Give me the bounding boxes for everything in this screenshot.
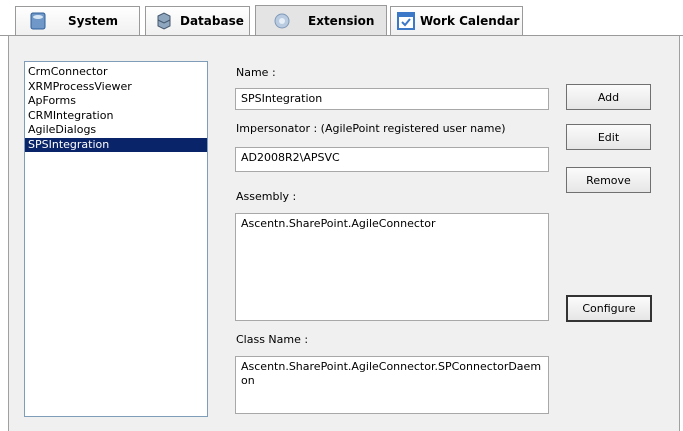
system-icon <box>30 12 46 30</box>
name-field[interactable]: SPSIntegration <box>235 88 549 110</box>
configure-button[interactable]: Configure <box>566 295 652 322</box>
extension-icon <box>274 13 290 29</box>
tab-system-label: System <box>68 14 118 28</box>
tab-database-label: Database <box>180 14 244 28</box>
tab-extension[interactable]: Extension <box>255 5 387 36</box>
database-icon <box>157 12 171 30</box>
calendar-icon <box>397 12 415 30</box>
list-item[interactable]: XRMProcessViewer <box>25 80 207 95</box>
tab-strip: System Database Extension Work Calendar <box>0 0 683 36</box>
tab-work-calendar[interactable]: Work Calendar <box>390 6 523 35</box>
extension-list[interactable]: CrmConnector XRMProcessViewer ApForms CR… <box>24 61 208 417</box>
impersonator-field[interactable]: AD2008R2\APSVC <box>235 147 549 172</box>
edit-button[interactable]: Edit <box>566 124 651 150</box>
tab-database[interactable]: Database <box>145 6 250 35</box>
classname-label: Class Name : <box>236 333 309 346</box>
assembly-label: Assembly : <box>236 190 297 203</box>
list-item[interactable]: CrmConnector <box>25 65 207 80</box>
assembly-field[interactable]: Ascentn.SharePoint.AgileConnector <box>235 213 549 321</box>
tab-system[interactable]: System <box>15 6 140 35</box>
classname-field[interactable]: Ascentn.SharePoint.AgileConnector.SPConn… <box>235 356 549 414</box>
list-item[interactable]: AgileDialogs <box>25 123 207 138</box>
list-item-selected[interactable]: SPSIntegration <box>25 137 207 152</box>
remove-button[interactable]: Remove <box>566 167 651 193</box>
tab-extension-label: Extension <box>308 14 375 28</box>
tab-work-calendar-label: Work Calendar <box>420 14 520 28</box>
list-item[interactable]: CRMIntegration <box>25 109 207 124</box>
add-button[interactable]: Add <box>566 84 651 110</box>
impersonator-label: Impersonator : (AgilePoint registered us… <box>236 122 506 135</box>
name-label: Name : <box>236 66 276 79</box>
list-item[interactable]: ApForms <box>25 94 207 109</box>
